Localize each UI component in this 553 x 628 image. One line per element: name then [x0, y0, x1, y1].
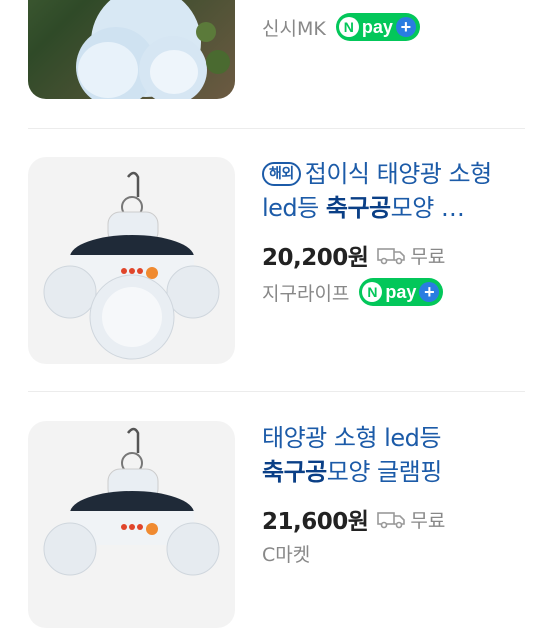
seller-name[interactable]: C마켓 [262, 540, 310, 567]
divider [28, 128, 525, 129]
product-thumbnail[interactable] [28, 0, 235, 99]
lamp-image [43, 427, 220, 576]
price: 20,200원 [262, 245, 369, 271]
product-thumbnail[interactable] [28, 421, 235, 628]
shipping-info: 무료 [376, 506, 445, 533]
truck-icon [377, 248, 406, 265]
product-title[interactable]: 해외 접이식 태양광 소형 led등 축구공모양 … [262, 157, 530, 225]
keyword-highlight: 축구공 [262, 458, 327, 486]
seller-name[interactable]: 지구라이프 [262, 279, 349, 306]
product-thumbnail[interactable] [28, 157, 235, 364]
keyword-highlight: 축구공 [325, 194, 391, 222]
price: 21,600원 [262, 509, 369, 535]
shipping-info: 무료 [376, 242, 445, 269]
product-title[interactable]: 태양광 소형 led등 축구공모양 글램핑 걸이식… [262, 421, 530, 489]
overseas-badge: 해외 [262, 162, 301, 186]
divider [28, 391, 525, 392]
seller-name[interactable]: 신시MK [262, 14, 326, 41]
plus-icon: + [419, 282, 440, 302]
npay-badge: N pay + [359, 278, 444, 306]
npay-badge: N pay + [335, 13, 420, 41]
npay-n-icon: N [338, 17, 359, 37]
truck-icon [377, 512, 406, 529]
lamp-image [43, 171, 220, 360]
lamp-image [76, 0, 230, 99]
plus-icon: + [395, 17, 416, 37]
npay-n-icon: N [362, 282, 383, 302]
